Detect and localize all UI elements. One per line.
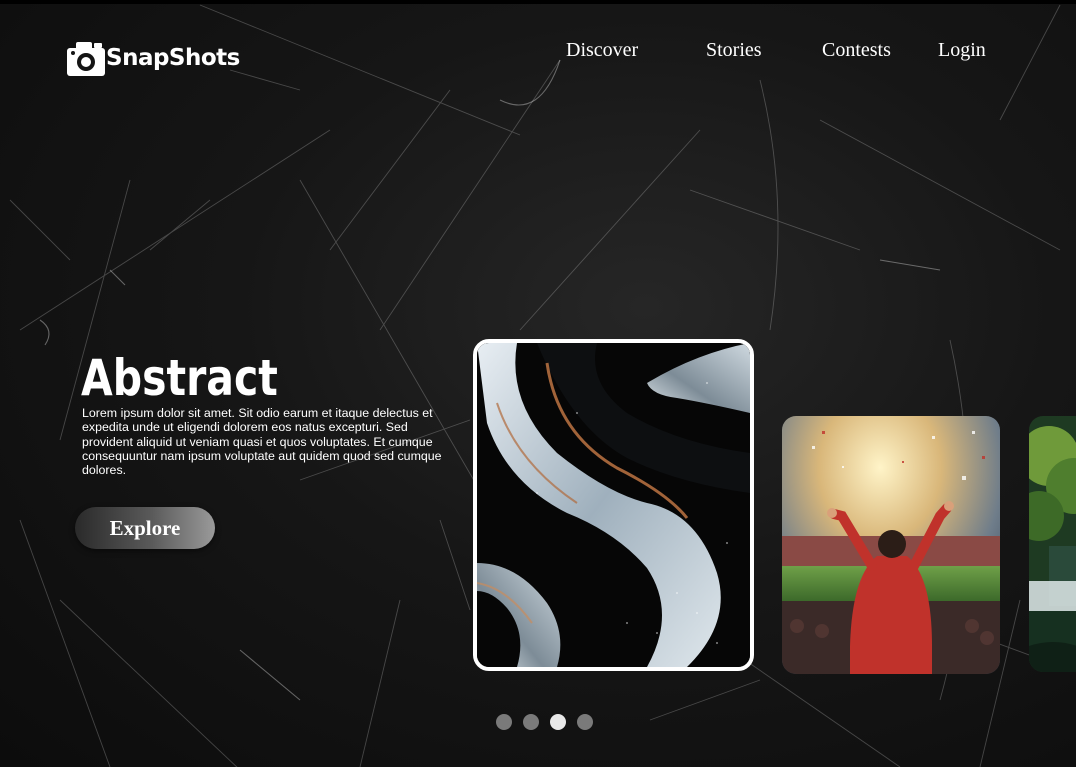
stadium-fan-image [782,416,1000,674]
nav-stories[interactable]: Stories [706,36,762,64]
hero-description: Lorem ipsum dolor sit amet. Sit odio ear… [82,406,442,478]
carousel-dot-2[interactable] [523,714,539,730]
carousel-dot-1[interactable] [496,714,512,730]
nav-discover[interactable]: Discover [566,36,638,64]
forest-waterfall-image [1029,416,1076,672]
nav-contests[interactable]: Contests [822,36,891,64]
carousel-dot-4[interactable] [577,714,593,730]
brand-logo[interactable]: SnapShots [66,38,240,78]
hero-title: Abstract [81,349,278,407]
carousel-card-stadium[interactable] [782,416,1000,674]
camera-icon [67,42,105,76]
carousel-card-abstract[interactable] [473,339,754,671]
carousel-pagination [496,714,593,730]
abstract-liquid-image [477,343,750,667]
brand-name: SnapShots [106,45,240,71]
carousel-card-forest[interactable] [1029,416,1076,672]
landing-page: SnapShots Discover Stories Contests Logi… [0,0,1076,767]
nav-login[interactable]: Login [938,36,986,64]
explore-button[interactable]: Explore [75,507,215,549]
carousel-dot-3[interactable] [550,714,566,730]
